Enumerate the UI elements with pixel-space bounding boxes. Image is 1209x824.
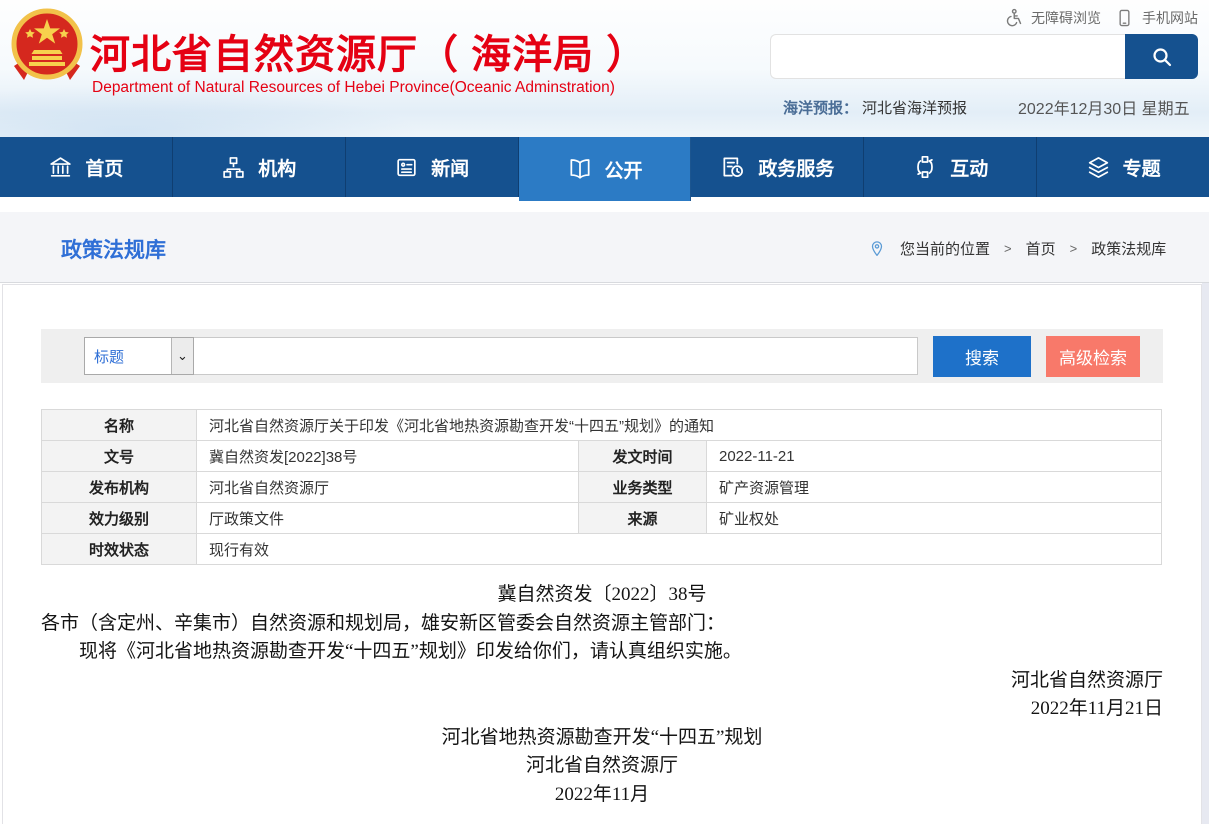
china-national-emblem-icon — [8, 6, 86, 86]
main-nav: 首页 机构 新闻 公开 政务服务 — [0, 137, 1209, 197]
meta-value-status: 现行有效 — [197, 534, 1162, 565]
site-header: 河北省自然资源厅（ 海洋局 ） Department of Natural Re… — [0, 0, 1209, 137]
doc-line-signature: 河北省自然资源厅 — [41, 667, 1163, 696]
nav-item-org[interactable]: 机构 — [173, 137, 346, 197]
doc-line-docnum: 冀自然资发〔2022〕38号 — [41, 581, 1163, 610]
meta-value-issue-date: 2022-11-21 — [707, 441, 1162, 472]
table-row: 发布机构 河北省自然资源厅 业务类型 矿产资源管理 — [42, 472, 1162, 503]
content-container: 标题 ⌄ 搜索 高级检索 名称 河北省自然资源厅关于印发《河北省地热资源勘查开发… — [2, 284, 1202, 824]
nav-item-open[interactable]: 公开 — [519, 137, 692, 201]
search-button[interactable]: 搜索 — [933, 336, 1031, 377]
current-date: 2022年12月30日 星期五 — [1018, 95, 1190, 119]
nav-item-home[interactable]: 首页 — [0, 137, 173, 197]
meta-value-name: 河北省自然资源厅关于印发《河北省地热资源勘查开发“十四五”规划》的通知 — [197, 410, 1162, 441]
document-body: 冀自然资发〔2022〕38号 各市（含定州、辛集市）自然资源和规划局，雄安新区管… — [41, 581, 1163, 809]
doc-line-plan-date: 2022年11月 — [41, 781, 1163, 810]
magnifier-icon — [1150, 45, 1174, 69]
meta-value-category: 矿产资源管理 — [707, 472, 1162, 503]
site-search — [770, 34, 1198, 79]
document-meta-table: 名称 河北省自然资源厅关于印发《河北省地热资源勘查开发“十四五”规划》的通知 文… — [41, 409, 1162, 565]
table-row: 效力级别 厅政策文件 来源 矿业权处 — [42, 503, 1162, 534]
scrollbar-track[interactable] — [1202, 283, 1209, 824]
nav-item-services[interactable]: 政务服务 — [691, 137, 864, 197]
breadcrumb-separator: > — [1004, 241, 1012, 256]
meta-label-issue-date: 发文时间 — [579, 441, 707, 472]
doc-line-plan-author: 河北省自然资源厅 — [41, 752, 1163, 781]
nav-label: 机构 — [258, 154, 296, 181]
policy-search-bar: 标题 ⌄ 搜索 高级检索 — [41, 329, 1163, 383]
org-chart-icon — [221, 155, 246, 180]
breadcrumb-separator: > — [1070, 241, 1078, 256]
meta-value-level: 厅政策文件 — [197, 503, 579, 534]
meta-label-source: 来源 — [579, 503, 707, 534]
exchange-icon — [912, 154, 938, 180]
meta-label-name: 名称 — [42, 410, 197, 441]
accessibility-link[interactable]: 无障碍浏览 — [1003, 8, 1101, 28]
nav-label: 互动 — [950, 154, 988, 181]
document-clock-icon — [720, 154, 746, 180]
mobile-site-link[interactable]: 手机网站 — [1115, 8, 1198, 28]
nav-label: 政务服务 — [758, 154, 834, 181]
breadcrumb-item-home[interactable]: 首页 — [1026, 238, 1056, 259]
site-title: 河北省自然资源厅（ 海洋局 ） — [90, 22, 647, 80]
table-row: 文号 冀自然资发[2022]38号 发文时间 2022-11-21 — [42, 441, 1162, 472]
breadcrumb-band: 政策法规库 您当前的位置 > 首页 > 政策法规库 — [0, 212, 1209, 283]
meta-label-status: 时效状态 — [42, 534, 197, 565]
header-quick-links: 无障碍浏览 手机网站 — [938, 6, 1198, 30]
meta-value-source: 矿业权处 — [707, 503, 1162, 534]
wheelchair-icon — [1003, 8, 1023, 28]
mobile-site-label: 手机网站 — [1142, 8, 1198, 28]
advanced-search-button[interactable]: 高级检索 — [1046, 336, 1140, 377]
search-keyword-input[interactable] — [194, 337, 918, 375]
meta-value-agency: 河北省自然资源厅 — [197, 472, 579, 503]
nav-label: 公开 — [605, 156, 643, 183]
phone-icon — [1115, 8, 1134, 28]
nav-item-interaction[interactable]: 互动 — [864, 137, 1037, 197]
doc-line-sign-date: 2022年11月21日 — [41, 695, 1163, 724]
doc-line-body: 现将《河北省地热资源勘查开发“十四五”规划》印发给你们，请认真组织实施。 — [41, 638, 1163, 667]
layers-icon — [1086, 155, 1111, 180]
ocean-forecast-link[interactable]: 河北省海洋预报 — [862, 97, 967, 118]
accessibility-label: 无障碍浏览 — [1031, 8, 1101, 28]
meta-label-category: 业务类型 — [579, 472, 707, 503]
site-search-input[interactable] — [770, 34, 1125, 79]
meta-value-docnum: 冀自然资发[2022]38号 — [197, 441, 579, 472]
nav-item-news[interactable]: 新闻 — [346, 137, 519, 197]
search-field-selected-value: 标题 — [85, 338, 171, 374]
page-title: 政策法规库 — [61, 234, 166, 264]
search-field-selector[interactable]: 标题 ⌄ — [84, 337, 194, 375]
table-row: 时效状态 现行有效 — [42, 534, 1162, 565]
chevron-down-icon: ⌄ — [171, 338, 193, 374]
meta-label-agency: 发布机构 — [42, 472, 197, 503]
newspaper-icon — [394, 155, 419, 180]
nav-label: 新闻 — [431, 154, 469, 181]
table-row: 名称 河北省自然资源厅关于印发《河北省地热资源勘查开发“十四五”规划》的通知 — [42, 410, 1162, 441]
breadcrumb-location-label: 您当前的位置 — [900, 238, 990, 259]
home-icon — [48, 155, 73, 180]
nav-label: 首页 — [85, 154, 123, 181]
nav-item-topics[interactable]: 专题 — [1037, 137, 1209, 197]
meta-label-level: 效力级别 — [42, 503, 197, 534]
nav-label: 专题 — [1123, 154, 1161, 181]
meta-label-docnum: 文号 — [42, 441, 197, 472]
open-book-icon — [567, 156, 593, 182]
map-pin-icon — [868, 240, 886, 258]
doc-line-addressee: 各市（含定州、辛集市）自然资源和规划局，雄安新区管委会自然资源主管部门： — [41, 610, 1163, 639]
site-subtitle: Department of Natural Resources of Hebei… — [92, 79, 615, 97]
site-search-button[interactable] — [1125, 34, 1198, 79]
breadcrumb: 您当前的位置 > 首页 > 政策法规库 — [868, 238, 1166, 259]
doc-line-plan-title: 河北省地热资源勘查开发“十四五”规划 — [41, 724, 1163, 753]
ocean-forecast-label: 海洋预报： — [783, 97, 858, 118]
breadcrumb-item-current[interactable]: 政策法规库 — [1091, 238, 1166, 259]
